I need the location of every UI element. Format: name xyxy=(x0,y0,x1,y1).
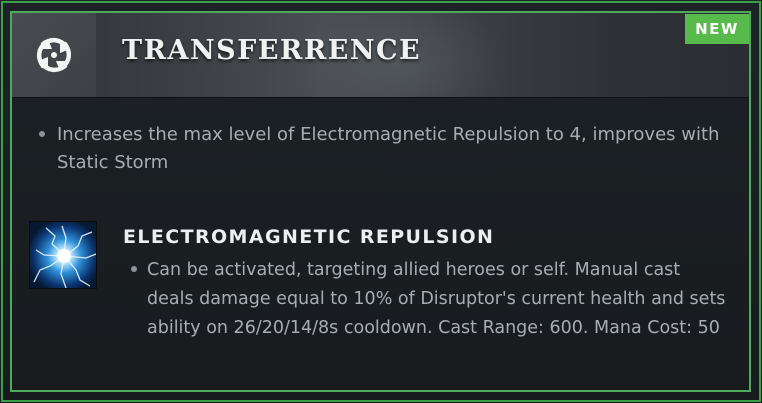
electromagnetic-repulsion-icon xyxy=(29,221,97,289)
ability-bullet xyxy=(131,266,137,272)
facet-bullet xyxy=(39,131,45,137)
new-badge: NEW xyxy=(685,14,749,44)
facet-title: TRANSFERRENCE xyxy=(122,35,422,66)
facet-description: Increases the max level of Electromagnet… xyxy=(57,124,720,173)
facet-tooltip-card: TRANSFERRENCE NEW Increases the max leve… xyxy=(0,0,762,403)
ability-description: Can be activated, targeting allied heroe… xyxy=(147,260,726,338)
facet-icon-box xyxy=(12,13,96,97)
ability-title: ELECTROMAGNETIC REPULSION xyxy=(123,226,495,248)
swirl-arrows-icon xyxy=(36,37,72,73)
facet-header: TRANSFERRENCE xyxy=(12,13,749,98)
